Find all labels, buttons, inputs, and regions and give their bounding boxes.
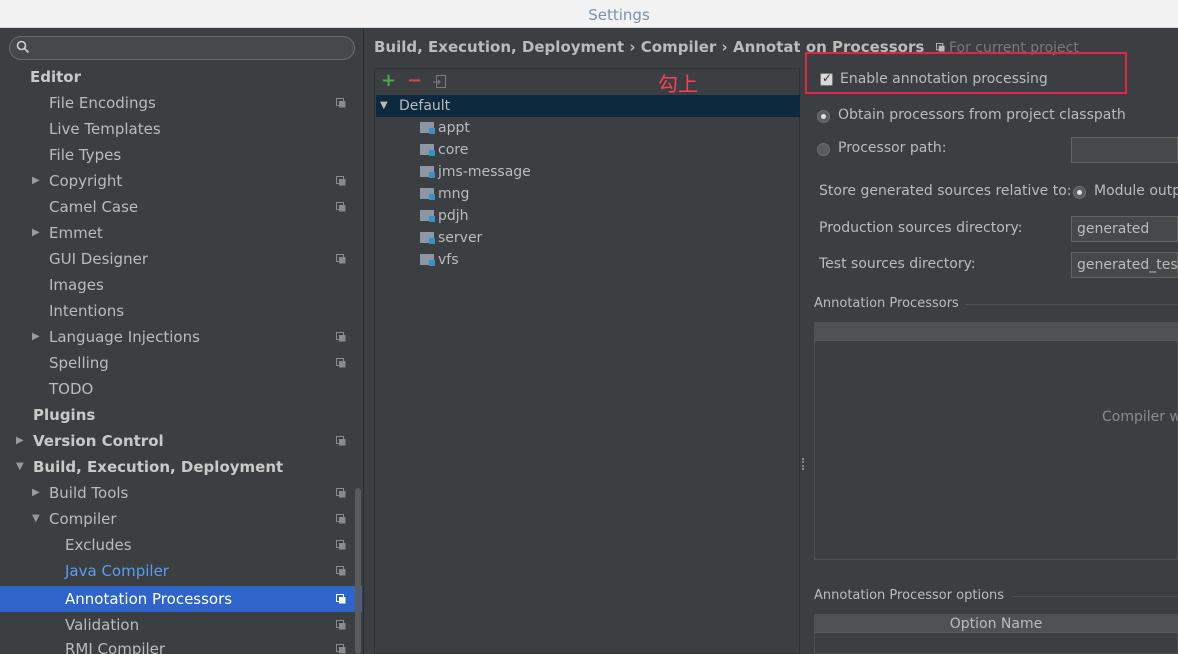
project-scope-icon [336,254,346,264]
sidebar-item-images[interactable]: Images [0,272,362,298]
module-folder-icon [420,166,435,178]
project-scope-icon [336,566,346,576]
processor-path-field[interactable] [1071,137,1178,163]
sidebar-item-todo[interactable]: TODO [0,376,362,402]
module-item[interactable]: mng [376,183,800,205]
profiles-panel: + − ▼ Default appt core jms-message mng … [374,68,800,654]
processor-path-radio[interactable] [817,143,830,156]
collapse-arrow-icon[interactable]: ▼ [16,454,28,480]
search-icon [16,40,30,54]
project-scope-icon [336,436,346,446]
module-folder-icon [420,232,435,244]
settings-sidebar: Editor File Encodings Live Templates Fil… [0,28,364,654]
sidebar-item-compiler[interactable]: ▼ Compiler [0,506,362,532]
expand-arrow-icon[interactable]: ▶ [32,480,44,506]
move-to-icon[interactable] [433,74,447,89]
option-name-column-header[interactable]: Option Name [815,615,1177,633]
sidebar-item-annotation-processors[interactable]: Annotation Processors [0,586,362,612]
project-scope-icon [336,540,346,550]
module-item[interactable]: vfs [376,249,800,271]
collapse-arrow-icon[interactable]: ▼ [32,506,44,532]
module-output-radio[interactable] [1073,186,1086,199]
collapse-arrow-icon[interactable]: ▼ [380,95,388,117]
production-dir-label: Production sources directory: [819,220,1023,236]
remove-profile-button[interactable]: − [407,72,422,90]
panel-splitter[interactable] [800,40,806,654]
sidebar-item-intentions[interactable]: Intentions [0,298,362,324]
sidebar-scrollbar[interactable] [355,488,361,654]
module-folder-icon [420,188,435,200]
sidebar-item-live-templates[interactable]: Live Templates [0,116,362,142]
store-sources-label: Store generated sources relative to: [819,183,1072,199]
enable-annotation-checkbox[interactable] [820,71,833,86]
expand-arrow-icon[interactable]: ▶ [32,220,44,246]
module-output-label[interactable]: Module outp [1094,183,1178,199]
sidebar-item-spelling[interactable]: Spelling [0,350,362,376]
search-input[interactable] [9,36,355,60]
test-dir-label: Test sources directory: [819,256,976,272]
processors-table[interactable]: Compiler w [814,322,1178,560]
section-separator [1012,596,1178,597]
expand-arrow-icon[interactable]: ▶ [32,168,44,194]
window-title: Settings [588,6,650,24]
module-item[interactable]: appt [376,117,800,139]
project-scope-icon [336,176,346,186]
sidebar-item-editor[interactable]: Editor [0,64,362,90]
processors-empty-text: Compiler w [1102,409,1178,425]
project-scope-icon [336,644,346,654]
annotation-note: 勾上 [658,72,698,96]
project-scope-icon [336,98,346,108]
project-scope-icon [336,594,346,604]
obtain-classpath-label[interactable]: Obtain processors from project classpath [838,107,1126,123]
sidebar-item-excludes[interactable]: Excludes [0,532,362,558]
sidebar-item-gui-designer[interactable]: GUI Designer [0,246,362,272]
profile-default[interactable]: ▼ Default [376,95,800,117]
processors-section-title: Annotation Processors [814,296,959,311]
sidebar-item-build-tools[interactable]: ▶ Build Tools [0,480,362,506]
module-item[interactable]: server [376,227,800,249]
sidebar-item-file-types[interactable]: File Types [0,142,362,168]
module-folder-icon [420,122,435,134]
sidebar-item-plugins[interactable]: Plugins [0,402,362,428]
test-dir-field[interactable]: generated_test [1071,252,1178,278]
add-profile-button[interactable]: + [381,72,396,90]
module-item[interactable]: pdjh [376,205,800,227]
sidebar-item-validation[interactable]: Validation [0,612,362,638]
module-folder-icon [420,144,435,156]
module-item[interactable]: jms-message [376,161,800,183]
project-scope-icon [336,358,346,368]
processors-table-header [815,323,1177,341]
enable-annotation-label[interactable]: Enable annotation processing [840,71,1048,87]
production-dir-field[interactable]: generated [1071,216,1178,242]
sidebar-item-copyright[interactable]: ▶ Copyright [0,168,362,194]
title-bar: Settings [0,0,1178,28]
sidebar-item-language-injections[interactable]: ▶ Language Injections [0,324,362,350]
module-item[interactable]: core [376,139,800,161]
project-scope-icon [336,514,346,524]
sidebar-item-version-control[interactable]: ▶ Version Control [0,428,362,454]
module-folder-icon [420,254,435,266]
expand-arrow-icon[interactable]: ▶ [16,428,28,454]
sidebar-item-camel-case[interactable]: Camel Case [0,194,362,220]
project-scope-icon [935,43,945,52]
sidebar-item-java-compiler[interactable]: Java Compiler [0,558,362,584]
project-scope-icon [336,488,346,498]
expand-arrow-icon[interactable]: ▶ [32,324,44,350]
module-folder-icon [420,210,435,222]
sidebar-item-build-execution-deployment[interactable]: ▼ Build, Execution, Deployment [0,454,362,480]
project-scope-icon [336,620,346,630]
project-scope-icon [336,332,346,342]
processor-path-label[interactable]: Processor path: [838,140,946,156]
project-scope-icon [336,202,346,212]
obtain-classpath-radio[interactable] [817,110,830,123]
section-separator [966,304,1178,305]
options-section-title: Annotation Processor options [814,588,1005,603]
sidebar-item-file-encodings[interactable]: File Encodings [0,90,362,116]
splitter-grip[interactable] [802,458,804,470]
options-table[interactable]: Option Name [814,614,1178,654]
sidebar-item-emmet[interactable]: ▶ Emmet [0,220,362,246]
sidebar-item-rmi-compiler[interactable]: RMI Compiler [0,636,362,654]
